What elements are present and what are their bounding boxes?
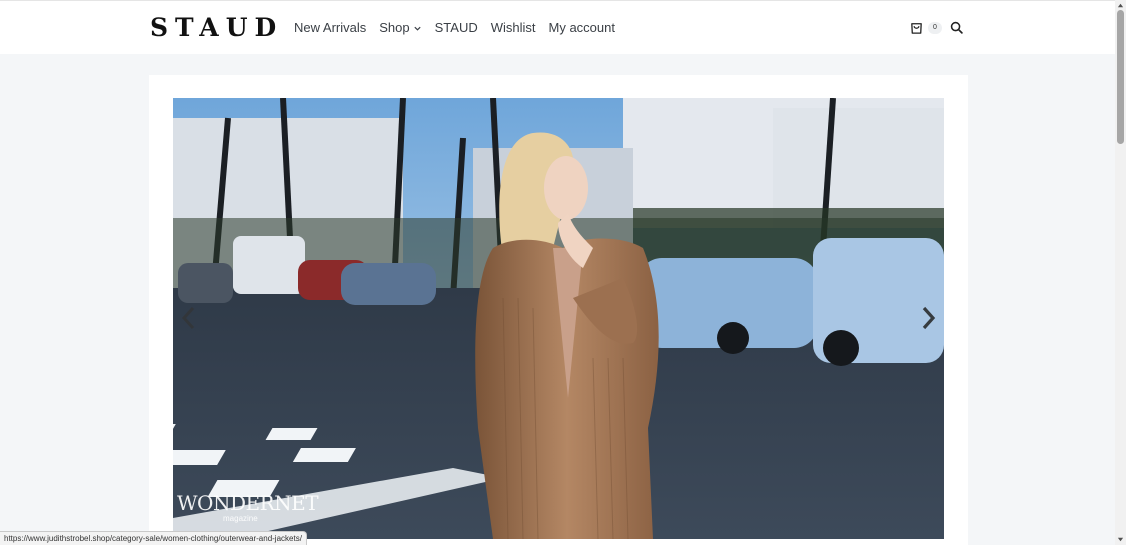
site-header: STAUD New Arrivals Shop STAUD Wishlist M… bbox=[0, 0, 1115, 54]
slider-prev-button[interactable] bbox=[178, 303, 200, 333]
search-button[interactable] bbox=[950, 21, 963, 39]
shopping-bag-icon bbox=[911, 23, 922, 34]
nav-staud[interactable]: STAUD bbox=[435, 20, 478, 36]
site-logo[interactable]: STAUD bbox=[150, 14, 283, 42]
nav-shop[interactable]: Shop bbox=[379, 20, 421, 36]
chevron-down-icon bbox=[414, 26, 421, 31]
chevron-left-icon bbox=[181, 306, 195, 330]
nav-new-arrivals-label: New Arrivals bbox=[294, 20, 367, 35]
chevron-right-icon bbox=[922, 306, 936, 330]
nav-my-account[interactable]: My account bbox=[549, 20, 615, 36]
main-nav: New Arrivals Shop STAUD Wishlist My acco… bbox=[294, 20, 615, 36]
nav-my-account-label: My account bbox=[548, 20, 615, 35]
nav-new-arrivals[interactable]: New Arrivals bbox=[294, 20, 366, 36]
nav-wishlist[interactable]: Wishlist bbox=[491, 20, 536, 36]
scroll-up-icon[interactable] bbox=[1117, 2, 1124, 9]
cart-count-badge: 0 bbox=[928, 21, 942, 34]
hero-slider-image[interactable] bbox=[173, 98, 944, 539]
nav-wishlist-label: Wishlist bbox=[490, 20, 536, 35]
nav-staud-label: STAUD bbox=[434, 20, 478, 35]
street-fashion-photo bbox=[173, 98, 944, 539]
slider-next-button[interactable] bbox=[917, 303, 939, 333]
browser-status-url: https://www.judithstrobel.shop/category-… bbox=[0, 531, 307, 545]
cart-button[interactable]: 0 bbox=[909, 20, 942, 35]
nav-shop-label: Shop bbox=[379, 20, 410, 35]
page-scrollbar[interactable] bbox=[1115, 0, 1126, 545]
search-icon bbox=[950, 21, 963, 34]
watermark-sub: magazine bbox=[223, 514, 258, 523]
watermark-main: WONDERNET bbox=[177, 491, 319, 515]
magazine-watermark: WONDERNET magazine bbox=[177, 491, 319, 523]
scroll-down-icon[interactable] bbox=[1117, 536, 1124, 543]
scrollbar-thumb[interactable] bbox=[1117, 10, 1124, 144]
